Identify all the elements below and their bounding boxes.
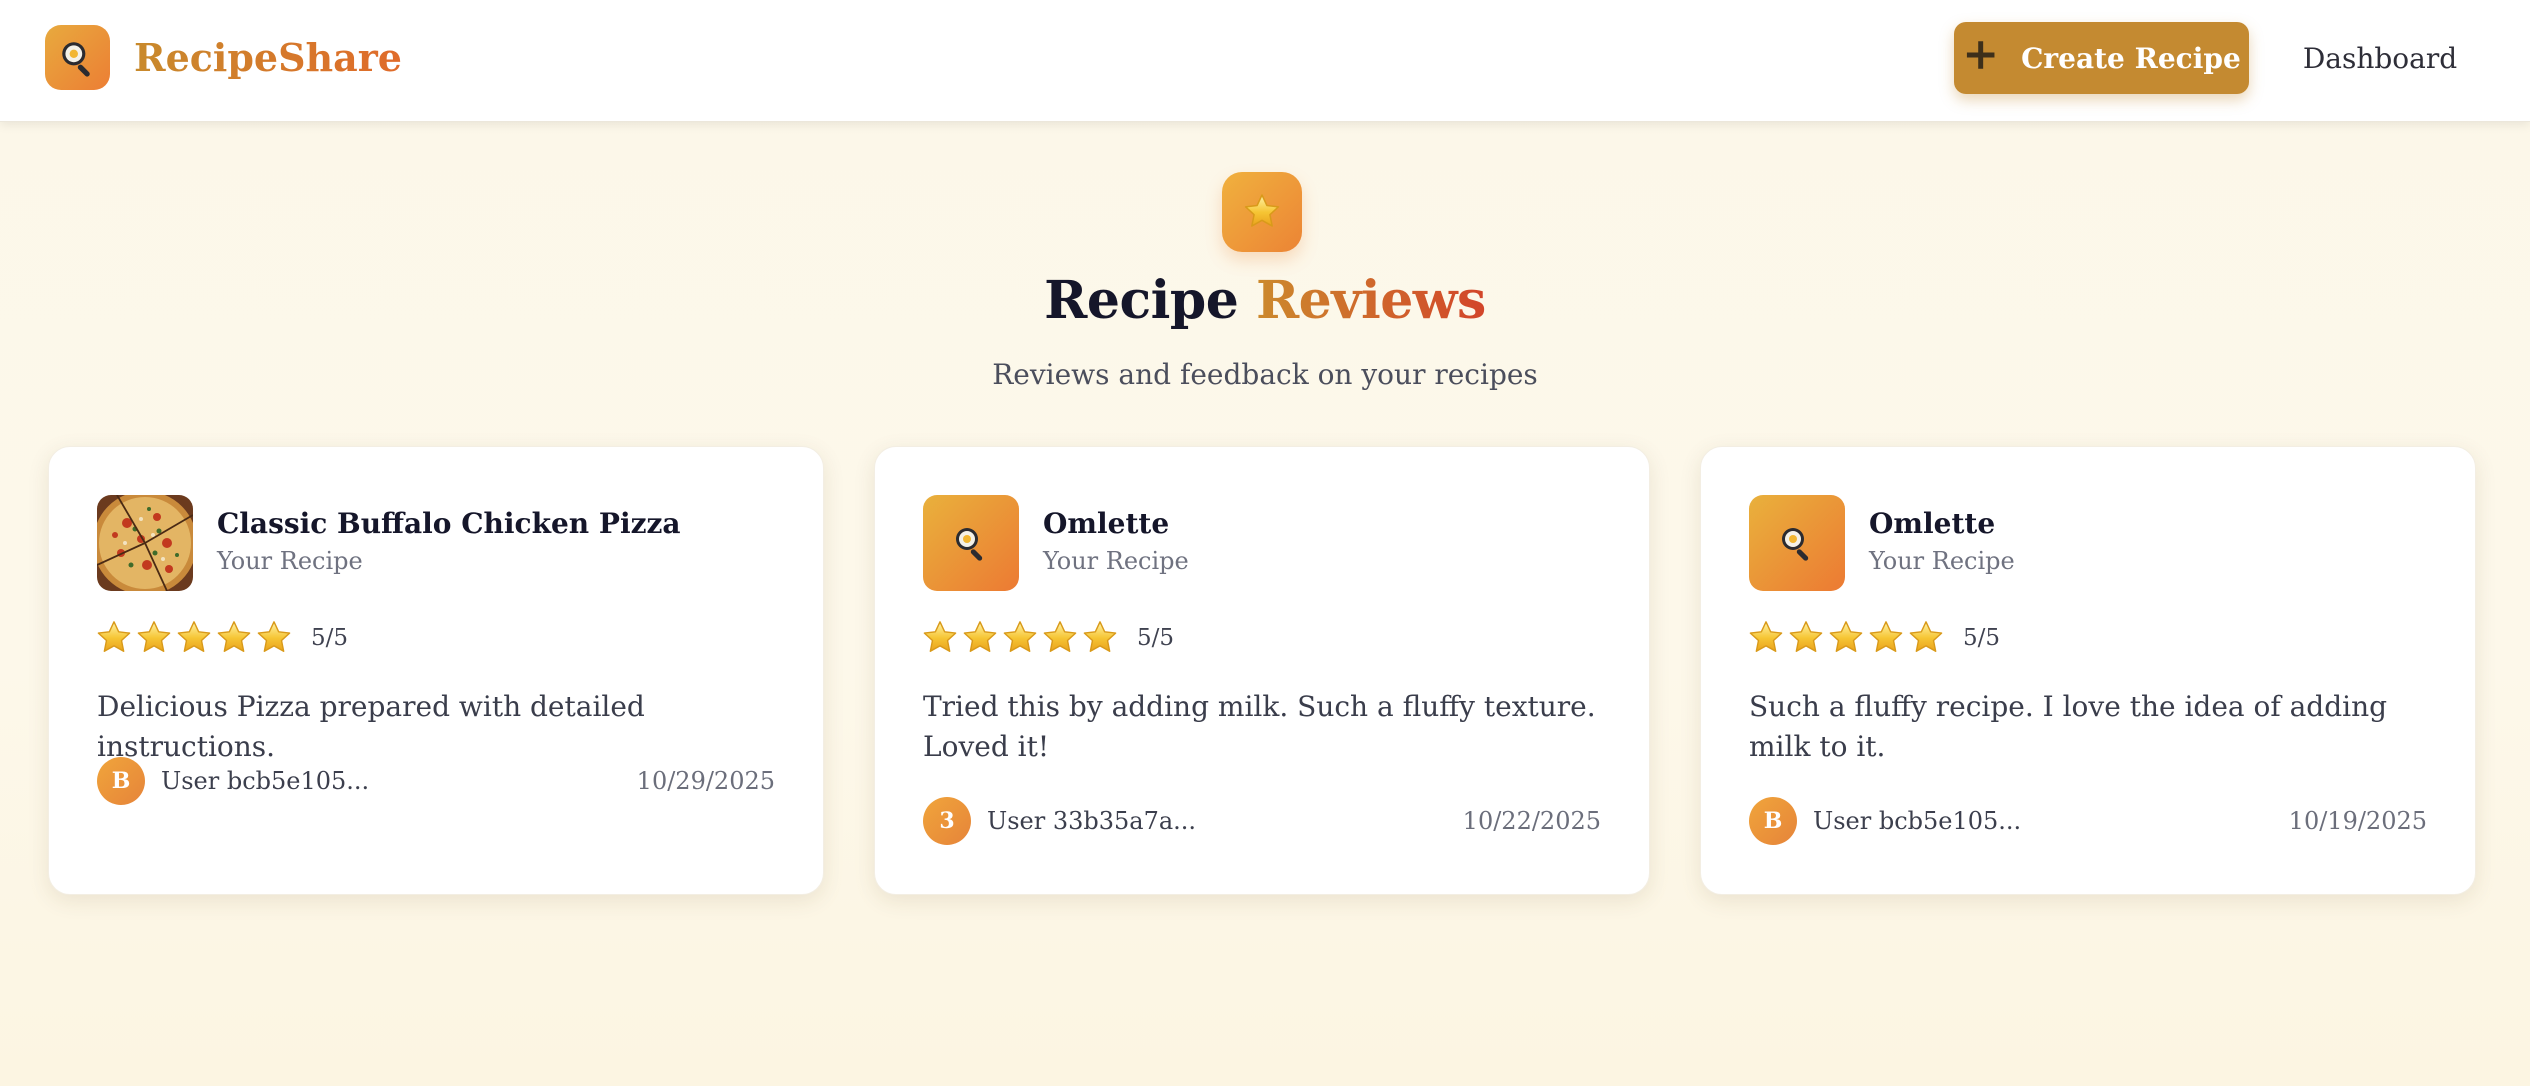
star-icon <box>95 619 133 657</box>
review-date: 10/19/2025 <box>2288 807 2427 835</box>
star-icon <box>215 619 253 657</box>
star-icon <box>1081 619 1119 657</box>
star-icon <box>921 619 959 657</box>
plus-icon: + <box>1962 29 2000 80</box>
reviewer-name: User 33b35a7a... <box>987 807 1197 835</box>
review-date: 10/22/2025 <box>1462 807 1601 835</box>
recipe-owner-label: Your Recipe <box>217 547 363 575</box>
page-title: Recipe Reviews <box>0 270 2530 331</box>
star-icon <box>1907 619 1945 657</box>
magnifier-pan-icon <box>45 25 110 90</box>
star-icon <box>1787 619 1825 657</box>
review-text: Delicious Pizza prepared with detailed i… <box>97 690 645 763</box>
rating-score: 5/5 <box>1137 625 1175 651</box>
brand-link[interactable]: RecipeShare <box>45 25 402 90</box>
review-text: Tried this by adding milk. Such a fluffy… <box>923 690 1596 763</box>
page-subtitle: Reviews and feedback on your recipes <box>992 358 1538 391</box>
recipe-owner-label: Your Recipe <box>1869 547 2015 575</box>
star-icon <box>1222 172 1302 252</box>
create-recipe-label: Create Recipe <box>2021 41 2241 75</box>
recipe-title[interactable]: Omlette <box>1043 507 1169 540</box>
review-card[interactable]: Omlette Your Recipe 5/5 Such a fluffy re… <box>1700 446 2476 895</box>
review-card[interactable]: Classic Buffalo Chicken Pizza Your Recip… <box>48 446 824 895</box>
review-meta: B User bcb5e105... 10/29/2025 <box>97 757 775 805</box>
brand-name: RecipeShare <box>134 35 402 80</box>
star-icon <box>961 619 999 657</box>
avatar: B <box>1749 797 1797 845</box>
pizza-thumbnail <box>97 495 193 591</box>
star-icon <box>135 619 173 657</box>
star-rating: 5/5 <box>921 619 1174 657</box>
reviewer-name: User bcb5e105... <box>1813 807 2022 835</box>
top-navbar: RecipeShare + Create Recipe Dashboard <box>0 0 2530 122</box>
create-recipe-button[interactable]: + Create Recipe <box>1954 22 2249 94</box>
magnifier-pan-icon <box>923 495 1019 591</box>
recipe-title[interactable]: Classic Buffalo Chicken Pizza <box>217 507 681 540</box>
review-date: 10/29/2025 <box>636 767 775 795</box>
star-icon <box>1747 619 1785 657</box>
star-icon <box>255 619 293 657</box>
star-icon <box>1867 619 1905 657</box>
star-rating: 5/5 <box>1747 619 2000 657</box>
recipe-title[interactable]: Omlette <box>1869 507 1995 540</box>
review-text: Such a fluffy recipe. I love the idea of… <box>1749 690 2388 763</box>
recipe-owner-label: Your Recipe <box>1043 547 1189 575</box>
avatar: 3 <box>923 797 971 845</box>
review-meta: 3 User 33b35a7a... 10/22/2025 <box>923 797 1601 845</box>
review-meta: B User bcb5e105... 10/19/2025 <box>1749 797 2427 845</box>
rating-score: 5/5 <box>1963 625 2001 651</box>
page-title-accent: Reviews <box>1255 270 1486 331</box>
page-title-main: Recipe <box>1044 270 1256 331</box>
star-icon <box>1041 619 1079 657</box>
magnifier-pan-icon <box>1749 495 1845 591</box>
rating-score: 5/5 <box>311 625 349 651</box>
star-rating: 5/5 <box>95 619 348 657</box>
dashboard-link[interactable]: Dashboard <box>2290 22 2470 94</box>
star-icon <box>175 619 213 657</box>
avatar: B <box>97 757 145 805</box>
reviewer-name: User bcb5e105... <box>161 767 370 795</box>
star-icon <box>1827 619 1865 657</box>
review-card[interactable]: Omlette Your Recipe 5/5 Tried this by ad… <box>874 446 1650 895</box>
star-icon <box>1001 619 1039 657</box>
